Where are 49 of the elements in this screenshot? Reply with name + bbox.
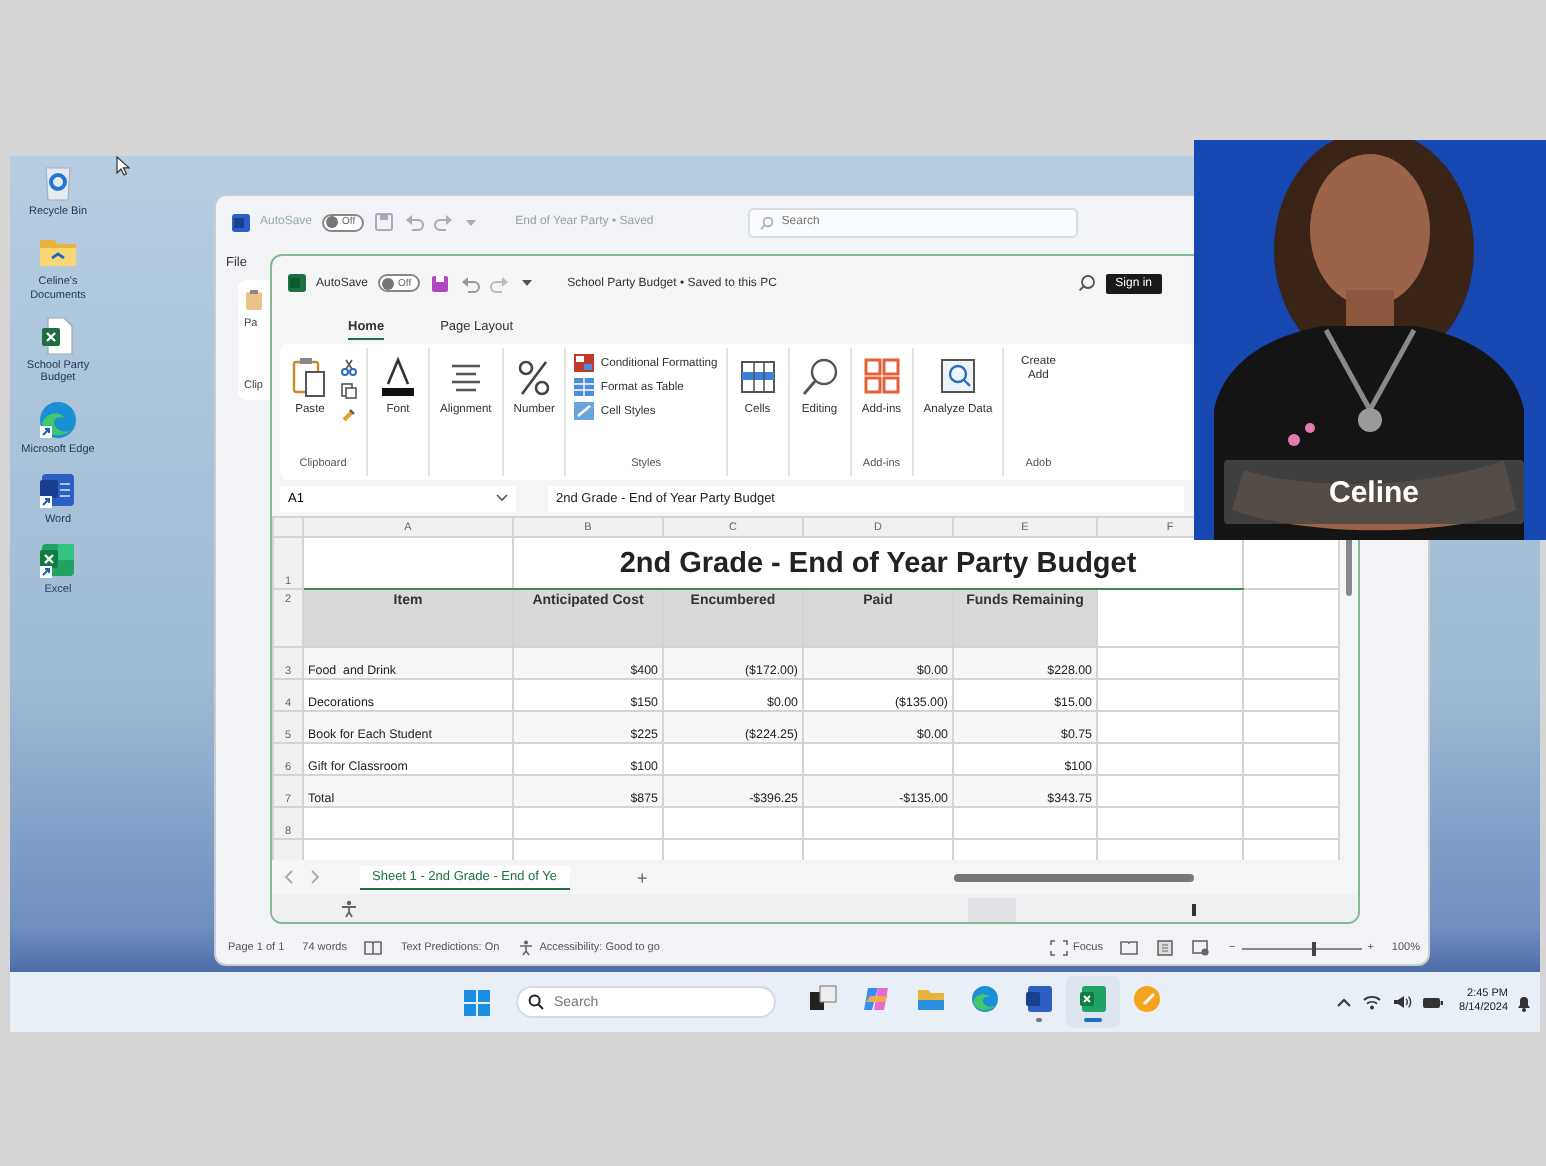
search-icon [799,356,840,400]
windows-icon [464,989,490,1015]
format-painter-icon[interactable] [340,406,358,424]
battery-icon[interactable] [1421,995,1444,1009]
task-view-icon [808,983,838,1013]
chevron-icon [496,494,508,502]
browser-icon [970,983,1000,1013]
cursor-icon [116,156,130,176]
browser-icon[interactable] [38,399,78,440]
save-icon[interactable] [429,273,450,293]
add-ins-icon [861,356,902,400]
cut-icon[interactable] [340,358,358,376]
caret-icon[interactable] [519,276,534,290]
print-layout-icon[interactable] [1156,940,1175,956]
table-icon [574,378,595,396]
accessibility-icon [517,940,534,956]
paste-icon [244,288,264,312]
cell-styles-icon [574,402,595,420]
presenter-name: Celine [1224,460,1524,524]
bell-icon[interactable] [1516,993,1532,1011]
document-app-icon[interactable] [38,469,78,510]
web-layout-icon[interactable] [1192,940,1211,956]
book-icon[interactable] [364,940,383,956]
read-mode-icon[interactable] [1120,940,1139,956]
spreadsheet-app-icon [1078,983,1108,1013]
speaker-icon[interactable] [1391,994,1412,1010]
assistant-icon [862,983,892,1013]
copy-icon[interactable] [340,382,358,400]
app-icon [1132,983,1162,1013]
font-color-icon [378,356,418,400]
conditional-formatting-icon [574,354,595,372]
document-app-icon [1024,983,1054,1013]
accessibility-icon[interactable] [340,900,358,918]
wifi-icon[interactable] [1361,994,1382,1010]
slider-thumb[interactable] [1311,941,1316,955]
scrollbar-thumb[interactable] [954,873,1194,881]
paste-icon [290,356,330,400]
search-icon[interactable] [1077,274,1096,292]
add-sheet-button[interactable]: + [633,867,652,887]
spreadsheet-app-icon [288,274,306,292]
document-app-icon [232,213,250,231]
focus-icon [1049,940,1067,956]
undo-icon[interactable] [459,273,480,293]
chevron-icon[interactable] [1335,996,1352,1008]
spreadsheet-app-icon[interactable] [38,540,78,581]
scrollbar-thumb[interactable] [1192,903,1196,915]
scrollbar-thumb[interactable] [1346,536,1352,596]
percent-icon [514,356,555,400]
spreadsheet-file-icon[interactable] [38,315,78,356]
